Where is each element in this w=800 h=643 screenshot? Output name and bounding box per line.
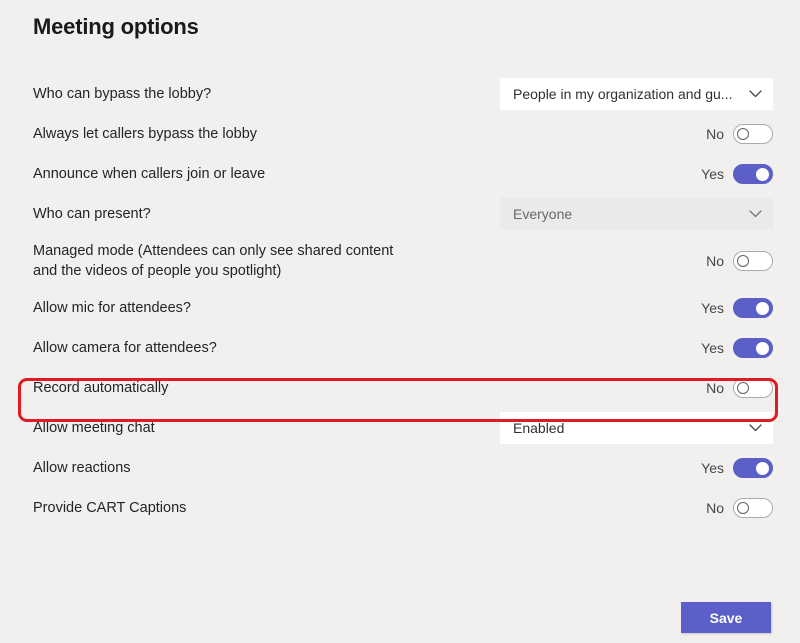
option-control-allow-meeting-chat: Enabled (499, 412, 773, 444)
toggle-record-automatically[interactable] (733, 378, 773, 398)
dropdown-value-allow-meeting-chat: Enabled (513, 420, 564, 436)
toggle-group-record-automatically: No (700, 378, 773, 398)
option-label-provide-cart-captions: Provide CART Captions (33, 498, 499, 518)
toggle-group-allow-camera-for-attendees: Yes (700, 338, 773, 358)
option-control-allow-camera-for-attendees: Yes (499, 338, 773, 358)
option-row-record-automatically: Record automatically No (0, 368, 800, 408)
toggle-state-announce-when-callers-join-or-leave: Yes (700, 166, 724, 182)
option-label-allow-reactions: Allow reactions (33, 458, 499, 478)
toggle-group-managed-mode: No (700, 251, 773, 271)
toggle-knob (756, 302, 769, 315)
option-row-always-let-callers-bypass-the-lobby: Always let callers bypass the lobby No (0, 114, 800, 154)
toggle-knob (756, 168, 769, 181)
option-label-allow-mic-for-attendees: Allow mic for attendees? (33, 298, 499, 318)
option-control-who-can-bypass-the-lobby: People in my organization and gu... (499, 78, 773, 110)
footer-bar: Save (0, 592, 800, 643)
option-control-allow-mic-for-attendees: Yes (499, 298, 773, 318)
option-label-announce-when-callers-join-or-leave: Announce when callers join or leave (33, 164, 499, 184)
toggle-group-announce-when-callers-join-or-leave: Yes (700, 164, 773, 184)
option-label-record-automatically: Record automatically (33, 378, 499, 398)
option-row-allow-camera-for-attendees: Allow camera for attendees? Yes (0, 328, 800, 368)
dropdown-value-who-can-bypass-the-lobby: People in my organization and gu... (513, 86, 732, 102)
option-row-who-can-present: Who can present? Everyone (0, 194, 800, 234)
toggle-state-provide-cart-captions: No (700, 500, 724, 516)
toggle-knob (737, 128, 749, 140)
toggle-state-allow-reactions: Yes (700, 460, 724, 476)
toggle-knob (737, 382, 749, 394)
toggle-knob (737, 255, 749, 267)
save-button[interactable]: Save (681, 602, 771, 633)
toggle-state-managed-mode: No (700, 253, 724, 269)
option-control-record-automatically: No (499, 378, 773, 398)
toggle-group-allow-reactions: Yes (700, 458, 773, 478)
toggle-always-let-callers-bypass-the-lobby[interactable] (733, 124, 773, 144)
options-list: Who can bypass the lobby? People in my or… (0, 74, 800, 528)
toggle-provide-cart-captions[interactable] (733, 498, 773, 518)
chevron-down-icon (741, 210, 762, 218)
meeting-options-page: Meeting options Who can bypass the lobby… (0, 0, 800, 643)
toggle-managed-mode[interactable] (733, 251, 773, 271)
toggle-state-allow-camera-for-attendees: Yes (700, 340, 724, 356)
option-control-always-let-callers-bypass-the-lobby: No (499, 124, 773, 144)
option-label-allow-meeting-chat: Allow meeting chat (33, 418, 499, 438)
dropdown-who-can-present: Everyone (500, 198, 773, 230)
option-label-who-can-present: Who can present? (33, 204, 499, 224)
toggle-knob (756, 342, 769, 355)
toggle-state-allow-mic-for-attendees: Yes (700, 300, 724, 316)
toggle-allow-mic-for-attendees[interactable] (733, 298, 773, 318)
chevron-down-icon (741, 424, 762, 432)
option-control-who-can-present: Everyone (499, 198, 773, 230)
option-label-always-let-callers-bypass-the-lobby: Always let callers bypass the lobby (33, 124, 499, 144)
option-control-allow-reactions: Yes (499, 458, 773, 478)
option-row-who-can-bypass-the-lobby: Who can bypass the lobby? People in my or… (0, 74, 800, 114)
option-label-managed-mode: Managed mode (Attendees can only see sha… (33, 241, 499, 281)
dropdown-value-who-can-present: Everyone (513, 206, 572, 222)
option-row-allow-meeting-chat: Allow meeting chat Enabled (0, 408, 800, 448)
toggle-group-allow-mic-for-attendees: Yes (700, 298, 773, 318)
option-label-allow-camera-for-attendees: Allow camera for attendees? (33, 338, 499, 358)
toggle-group-always-let-callers-bypass-the-lobby: No (700, 124, 773, 144)
page-title: Meeting options (33, 14, 199, 40)
toggle-knob (756, 462, 769, 475)
option-row-allow-reactions: Allow reactions Yes (0, 448, 800, 488)
option-row-managed-mode: Managed mode (Attendees can only see sha… (0, 234, 800, 288)
toggle-allow-camera-for-attendees[interactable] (733, 338, 773, 358)
dropdown-allow-meeting-chat[interactable]: Enabled (500, 412, 773, 444)
toggle-announce-when-callers-join-or-leave[interactable] (733, 164, 773, 184)
option-control-announce-when-callers-join-or-leave: Yes (499, 164, 773, 184)
toggle-group-provide-cart-captions: No (700, 498, 773, 518)
option-control-provide-cart-captions: No (499, 498, 773, 518)
option-row-provide-cart-captions: Provide CART Captions No (0, 488, 800, 528)
chevron-down-icon (741, 90, 762, 98)
toggle-state-always-let-callers-bypass-the-lobby: No (700, 126, 724, 142)
toggle-knob (737, 502, 749, 514)
toggle-allow-reactions[interactable] (733, 458, 773, 478)
option-control-managed-mode: No (499, 251, 773, 271)
option-label-who-can-bypass-the-lobby: Who can bypass the lobby? (33, 84, 499, 104)
option-row-allow-mic-for-attendees: Allow mic for attendees? Yes (0, 288, 800, 328)
option-row-announce-when-callers-join-or-leave: Announce when callers join or leave Yes (0, 154, 800, 194)
toggle-state-record-automatically: No (700, 380, 724, 396)
dropdown-who-can-bypass-the-lobby[interactable]: People in my organization and gu... (500, 78, 773, 110)
